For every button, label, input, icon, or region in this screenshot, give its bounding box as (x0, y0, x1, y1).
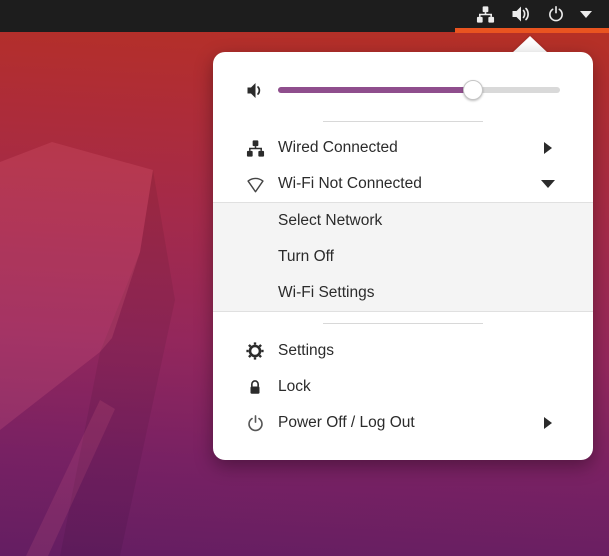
volume-row (243, 72, 560, 108)
menu-item-turn-off[interactable]: Turn Off (213, 239, 593, 275)
lock-icon (243, 378, 267, 396)
wifi-icon (243, 175, 267, 194)
menu-item-power-off-log-out[interactable]: Power Off / Log Out (213, 405, 593, 441)
active-indicator (455, 28, 609, 33)
volume-icon (510, 3, 532, 25)
menu-notch-arrow (512, 36, 548, 53)
menu-item-label: Lock (278, 378, 573, 396)
wifi-submenu: Select Network Turn Off Wi-Fi Settings (213, 202, 593, 312)
menu-item-wifi-settings[interactable]: Wi-Fi Settings (213, 275, 593, 311)
volume-slider-handle[interactable] (463, 80, 483, 100)
network-wired-icon (476, 5, 495, 24)
menu-item-label: Turn Off (278, 248, 573, 266)
volume-slider-fill (278, 87, 473, 93)
volume-slider[interactable] (278, 80, 560, 100)
menu-item-label: Wi-Fi Settings (278, 284, 573, 302)
speaker-icon (243, 80, 267, 101)
menu-item-settings[interactable]: Settings (213, 333, 593, 369)
menu-item-label: Wired Connected (278, 139, 544, 157)
system-menu: Wired Connected Wi-Fi Not Connected Sele… (213, 52, 593, 460)
chevron-down-icon (541, 180, 555, 188)
gear-icon (243, 341, 267, 361)
caret-down-icon (580, 11, 592, 18)
menu-item-wifi[interactable]: Wi-Fi Not Connected (213, 166, 593, 202)
menu-item-label: Power Off / Log Out (278, 414, 544, 432)
menu-item-label: Select Network (278, 212, 573, 230)
chevron-right-icon (544, 417, 552, 429)
menu-item-select-network[interactable]: Select Network (213, 203, 593, 239)
divider (323, 121, 483, 122)
chevron-right-icon (544, 142, 552, 154)
power-icon (243, 414, 267, 433)
menu-item-label: Wi-Fi Not Connected (278, 175, 541, 193)
network-wired-icon (243, 139, 267, 158)
divider (323, 323, 483, 324)
power-icon (547, 5, 565, 23)
menu-item-lock[interactable]: Lock (213, 369, 593, 405)
menu-item-wired-connected[interactable]: Wired Connected (213, 130, 593, 166)
top-bar (0, 0, 609, 32)
menu-item-label: Settings (278, 342, 573, 360)
system-tray-button[interactable] (462, 0, 609, 28)
